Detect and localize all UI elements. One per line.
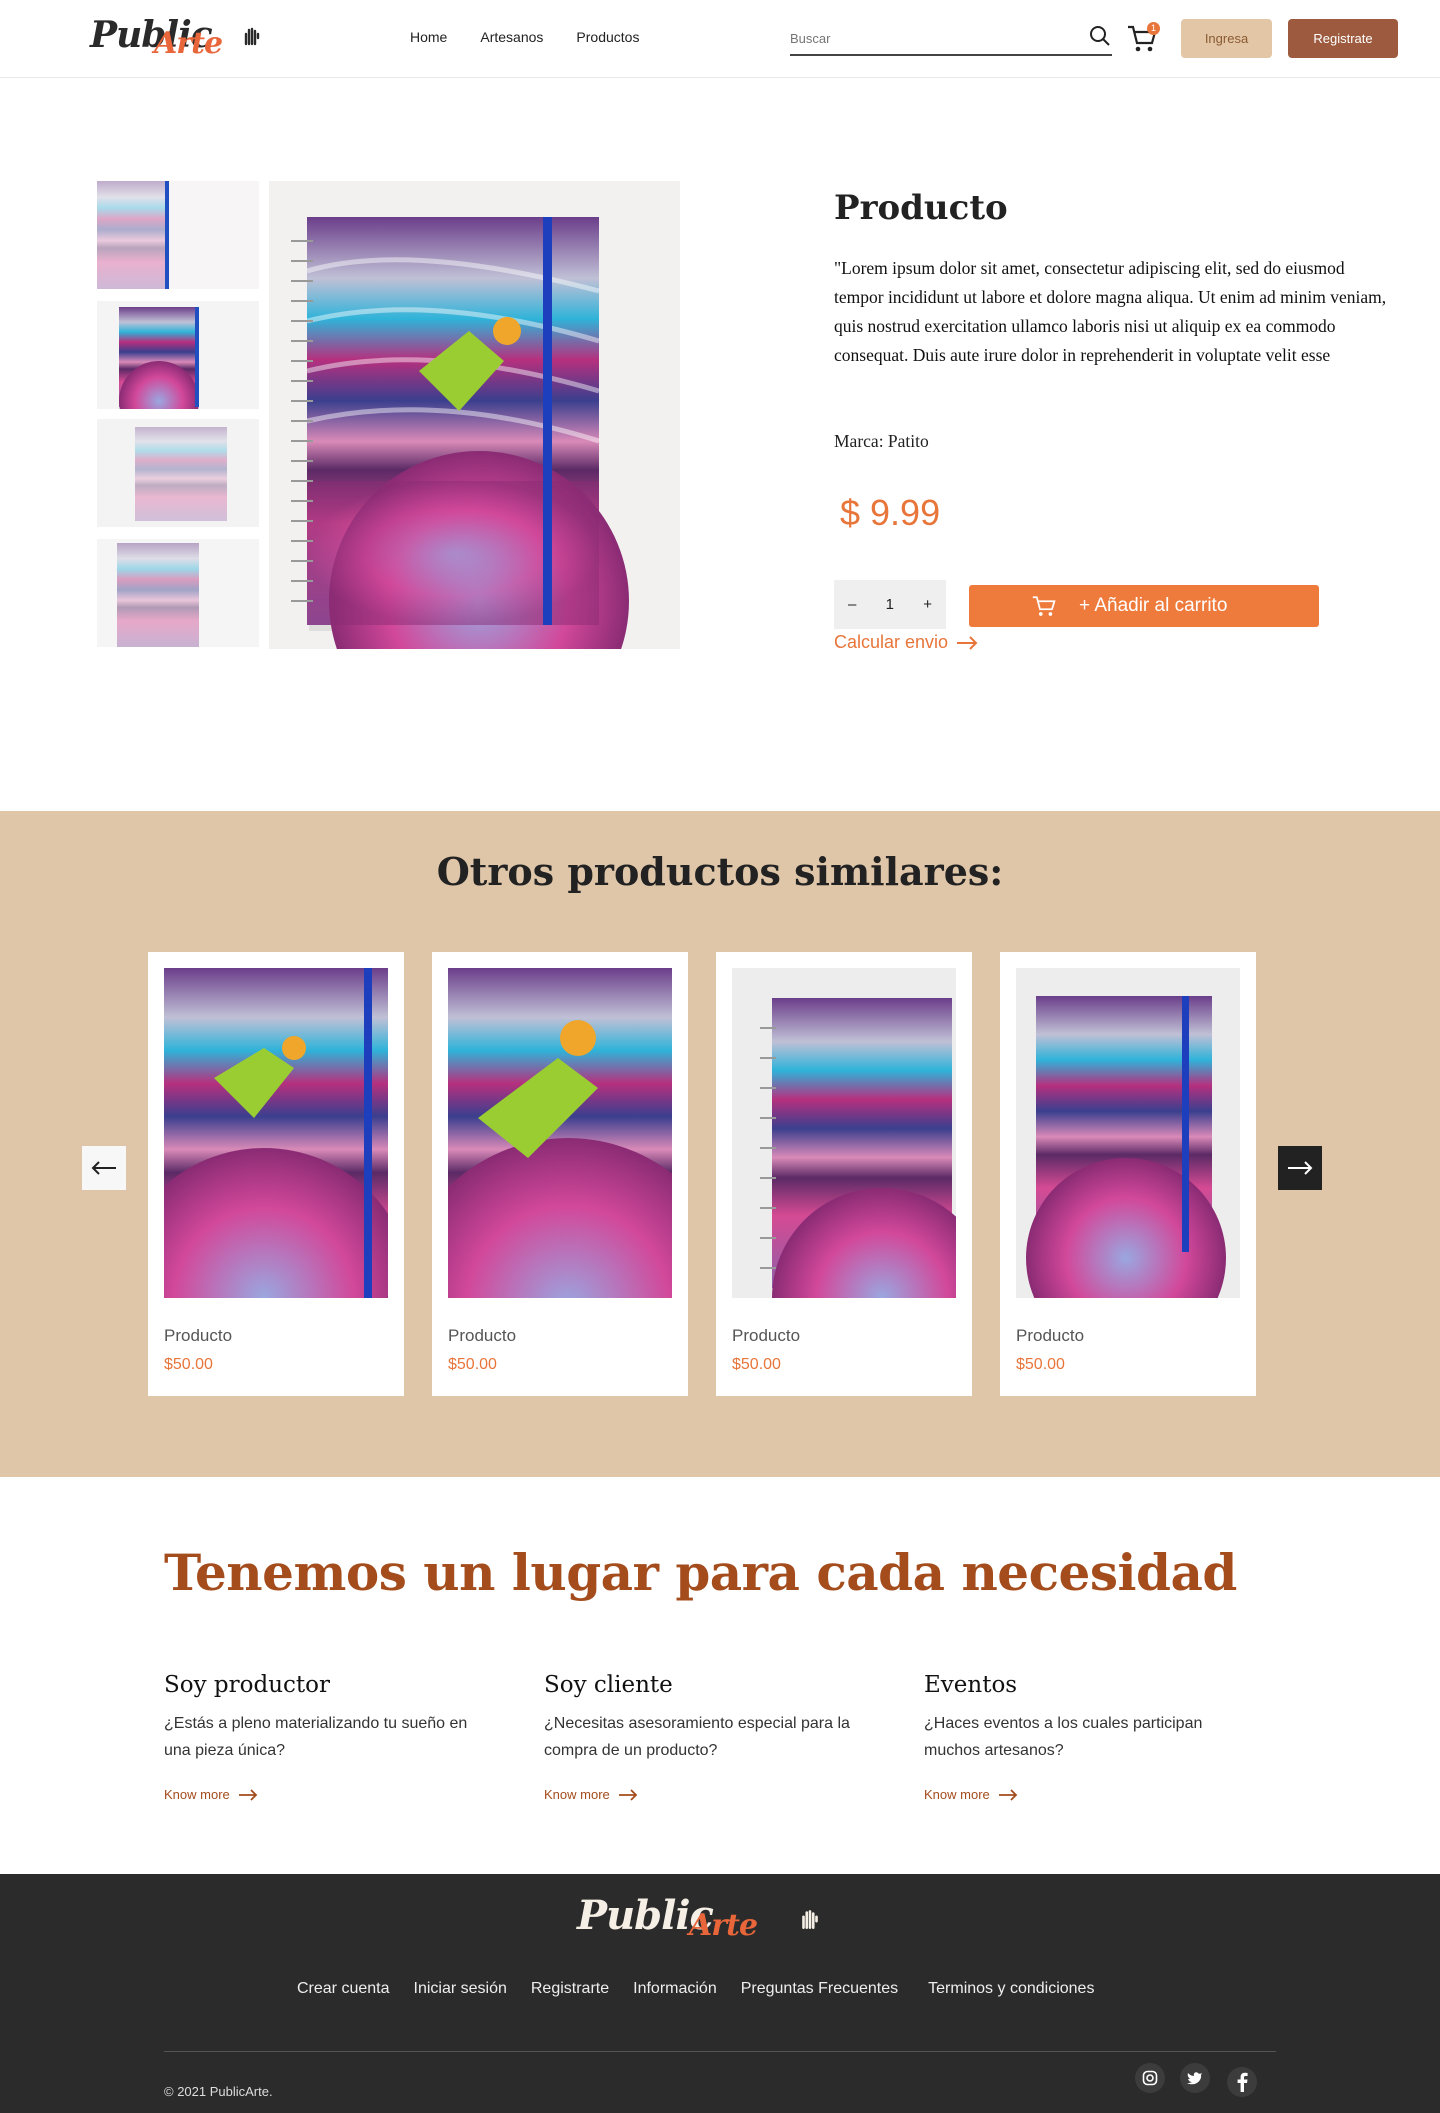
product-brand: Marca: Patito <box>834 431 929 451</box>
info-column-title: Soy productor <box>164 1672 330 1698</box>
product-card[interactable]: Producto $50.00 <box>432 952 688 1396</box>
notebook-thumbnail-image <box>97 539 259 647</box>
facebook-icon[interactable] <box>1227 2067 1257 2097</box>
info-column-text: ¿Necesitas asesoramiento especial para l… <box>544 1715 850 1759</box>
know-more-label: Know more <box>924 1787 990 1802</box>
product-card-name: Producto <box>732 1326 801 1345</box>
calculate-shipping-label: Calcular envio <box>834 632 949 652</box>
search-input[interactable] <box>790 24 1070 52</box>
hand-icon <box>802 1910 818 1929</box>
footer-link-iniciar-sesion[interactable]: Iniciar sesión <box>414 1980 507 1998</box>
footer-links: Crear cuenta Iniciar sesión Registrarte … <box>297 1980 1118 1998</box>
info-column-productor: Soy productor ¿Estás a pleno materializa… <box>164 1672 494 1802</box>
similar-products-section: Otros productos similares: Producto $50.… <box>0 811 1440 1477</box>
thumbnail-2[interactable] <box>97 301 259 409</box>
search-icon[interactable] <box>1088 24 1112 48</box>
footer-logo[interactable]: Public Arte <box>577 1892 827 1948</box>
info-column-title: Eventos <box>924 1672 1018 1698</box>
nav-productos[interactable]: Productos <box>576 29 639 45</box>
info-column-eventos: Eventos ¿Haces eventos a los cuales part… <box>924 1672 1254 1802</box>
login-button[interactable]: Ingresa <box>1181 19 1272 58</box>
add-to-cart-label: + Añadir al carrito <box>1079 595 1228 616</box>
site-header: Public Arte Home Artesanos Productos 1 I… <box>0 0 1440 78</box>
product-card-price: $50.00 <box>732 1356 781 1373</box>
info-column-text: ¿Haces eventos a los cuales participan m… <box>924 1715 1203 1759</box>
main-nav: Home Artesanos Productos <box>410 29 639 45</box>
brand-logo[interactable]: Public Arte <box>90 12 270 62</box>
nav-artesanos[interactable]: Artesanos <box>480 29 543 45</box>
product-description: "Lorem ipsum dolor sit amet, consectetur… <box>834 258 1387 365</box>
footer-divider <box>164 2051 1276 2052</box>
twitter-icon[interactable] <box>1180 2063 1210 2093</box>
carousel-next-button[interactable] <box>1278 1146 1322 1190</box>
product-card-image <box>164 968 388 1298</box>
quantity-value[interactable]: 1 <box>886 596 894 613</box>
product-card[interactable]: Producto $50.00 <box>1000 952 1256 1396</box>
site-footer: Public Arte Crear cuenta Iniciar sesión … <box>0 1874 1440 2113</box>
product-card-price: $50.00 <box>164 1356 213 1373</box>
nav-home[interactable]: Home <box>410 29 447 45</box>
copyright-text: © 2021 PublicArte. <box>164 2084 273 2099</box>
cart-button[interactable]: 1 <box>1126 22 1160 56</box>
footer-link-faq[interactable]: Preguntas Frecuentes <box>741 1980 898 1998</box>
product-card-name: Producto <box>448 1326 517 1345</box>
footer-link-registrarte[interactable]: Registrarte <box>531 1980 609 1998</box>
know-more-link[interactable]: Know more <box>544 1787 638 1802</box>
product-title: Producto <box>834 188 1008 228</box>
info-column-text: ¿Estás a pleno materializando tu sueño e… <box>164 1715 468 1759</box>
quantity-decrease-button[interactable]: – <box>848 596 856 613</box>
arrow-right-icon <box>238 1788 258 1801</box>
notebook-thumbnail-image <box>97 419 259 527</box>
know-more-link[interactable]: Know more <box>164 1787 258 1802</box>
product-card-image <box>1016 968 1240 1298</box>
info-column-title: Soy cliente <box>544 1672 673 1698</box>
product-card[interactable]: Producto $50.00 <box>716 952 972 1396</box>
thumbnail-3[interactable] <box>97 419 259 527</box>
arrow-right-icon <box>957 635 978 650</box>
product-card-price: $50.00 <box>1016 1356 1065 1373</box>
notebook-thumbnail-image <box>97 301 259 409</box>
product-card-image <box>448 968 672 1298</box>
footer-link-crear-cuenta[interactable]: Crear cuenta <box>297 1980 390 1998</box>
carousel-prev-button[interactable] <box>82 1146 126 1190</box>
product-card-name: Producto <box>1016 1326 1085 1345</box>
cart-count-badge: 1 <box>1147 22 1160 35</box>
know-more-label: Know more <box>164 1787 230 1802</box>
notebook-thumbnail-image <box>97 181 259 289</box>
product-main-image[interactable] <box>269 181 680 751</box>
quantity-increase-button[interactable]: + <box>923 596 932 613</box>
info-column-cliente: Soy cliente ¿Necesitas asesoramiento esp… <box>544 1672 874 1802</box>
product-card-name: Producto <box>164 1326 233 1345</box>
notebook-image <box>1016 968 1240 1298</box>
notebook-image <box>164 968 388 1298</box>
thumbnail-1[interactable] <box>97 181 259 289</box>
register-button[interactable]: Registrate <box>1288 19 1398 58</box>
know-more-label: Know more <box>544 1787 610 1802</box>
info-heading: Tenemos un lugar para cada necesidad <box>164 1543 1237 1602</box>
search-bar <box>790 24 1112 56</box>
calculate-shipping-link[interactable]: Calcular envio <box>834 632 978 653</box>
hand-icon <box>244 27 260 46</box>
product-price: $ 9.99 <box>840 492 941 533</box>
product-card-price: $50.00 <box>448 1356 497 1373</box>
arrow-left-icon <box>91 1161 116 1175</box>
product-card-image <box>732 968 956 1298</box>
arrow-right-icon <box>998 1788 1018 1801</box>
arrow-right-icon <box>618 1788 638 1801</box>
notebook-image <box>732 968 956 1298</box>
notebook-image <box>269 181 680 751</box>
footer-link-informacion[interactable]: Información <box>633 1980 717 1998</box>
instagram-icon[interactable] <box>1135 2063 1165 2093</box>
quantity-stepper: – 1 + <box>834 580 946 629</box>
arrow-right-icon <box>1288 1161 1313 1175</box>
add-to-cart-button[interactable]: + Añadir al carrito <box>969 585 1319 627</box>
footer-link-terminos[interactable]: Terminos y condiciones <box>928 1980 1094 1998</box>
notebook-image <box>448 968 672 1298</box>
cart-icon <box>1032 596 1056 616</box>
product-card[interactable]: Producto $50.00 <box>148 952 404 1396</box>
similar-products-title: Otros productos similares: <box>436 849 1004 894</box>
know-more-link[interactable]: Know more <box>924 1787 1018 1802</box>
thumbnail-4[interactable] <box>97 539 259 647</box>
